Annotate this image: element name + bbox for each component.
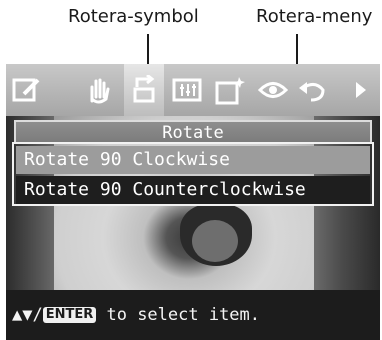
toolbar [6,64,380,116]
rotate-menu: Rotate 90 Clockwise Rotate 90 Counterclo… [12,142,374,206]
rotate-icon[interactable] [127,74,161,106]
hand-icon[interactable] [82,74,116,106]
next-arrow-icon[interactable] [346,74,376,106]
adjust-icon[interactable] [170,74,204,106]
dog-tongue [192,220,238,262]
undo-icon[interactable] [296,74,330,106]
lcd-screen: Rotate Rotate 90 Clockwise Rotate 90 Cou… [6,64,380,340]
edit-icon[interactable] [10,74,44,106]
status-hint: ▲▼/ENTER to select item. [6,300,260,330]
arrow-keys-hint: ▲▼/ [12,305,43,325]
rotate-menu-callout: Rotera-meny [256,6,373,27]
status-hint-text: to select item. [96,305,261,325]
eye-icon[interactable] [256,74,290,106]
menu-item-rotate-clockwise[interactable]: Rotate 90 Clockwise [16,146,370,174]
enter-key-icon: ENTER [42,307,97,323]
menu-title: Rotate [14,120,372,144]
rotate-symbol-callout: Rotera-symbol [68,6,199,27]
menu-item-rotate-counterclockwise[interactable]: Rotate 90 Counterclockwise [16,176,370,204]
frame-icon[interactable] [214,74,248,106]
